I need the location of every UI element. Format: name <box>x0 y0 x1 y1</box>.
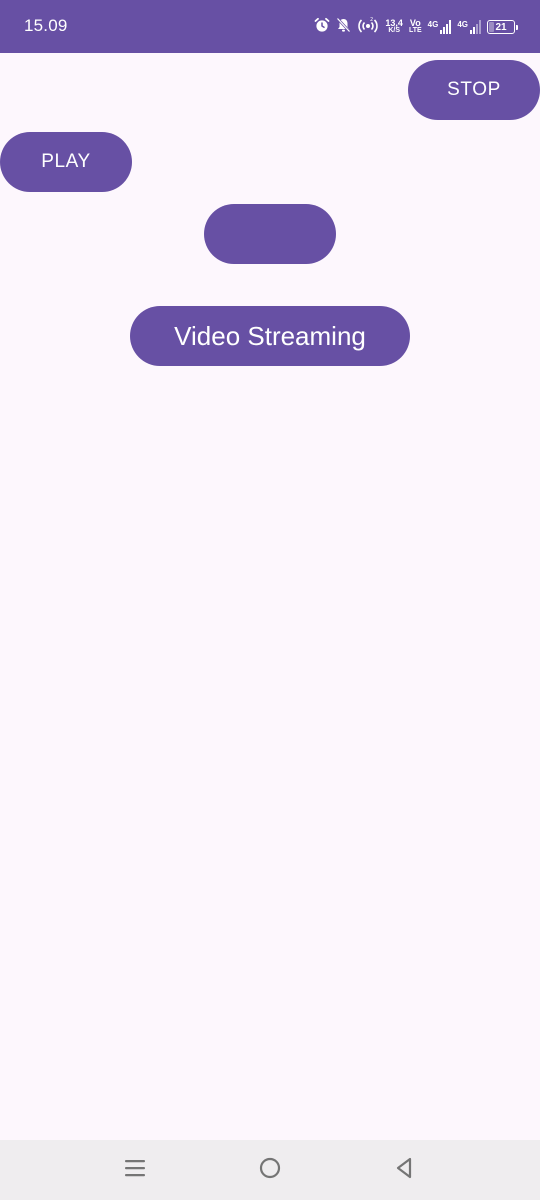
play-button[interactable]: PLAY <box>0 132 132 192</box>
sim2-signal: 4G <box>457 20 481 34</box>
status-time: 15.09 <box>24 16 68 35</box>
battery-icon: 21 <box>487 20 518 34</box>
hotspot-icon: 2 <box>357 17 379 38</box>
back-button[interactable] <box>389 1155 419 1185</box>
recents-icon <box>123 1156 147 1185</box>
bell-muted-icon <box>336 17 351 38</box>
navigation-bar <box>0 1140 540 1200</box>
sim1-signal: 4G <box>428 20 452 34</box>
back-icon <box>392 1156 416 1185</box>
network-speed: 13,4 K/S <box>385 18 403 35</box>
stop-button[interactable]: STOP <box>408 60 540 120</box>
volte-indicator: Vo LTE <box>408 18 422 35</box>
signal-icon <box>470 20 481 34</box>
home-icon <box>258 1156 282 1185</box>
home-button[interactable] <box>255 1155 285 1185</box>
alarm-icon <box>314 17 330 38</box>
status-icons: 2 13,4 K/S Vo LTE 4G 4G 21 <box>314 15 518 39</box>
battery-level: 21 <box>495 21 507 33</box>
video-streaming-button[interactable]: Video Streaming <box>130 306 410 366</box>
status-bar: 15.09 2 13,4 K/S Vo LTE 4G 4G 21 <box>0 0 540 53</box>
signal-icon <box>440 20 452 34</box>
recents-button[interactable] <box>120 1155 150 1185</box>
svg-text:2: 2 <box>370 17 373 23</box>
unlabeled-button[interactable] <box>204 204 336 264</box>
